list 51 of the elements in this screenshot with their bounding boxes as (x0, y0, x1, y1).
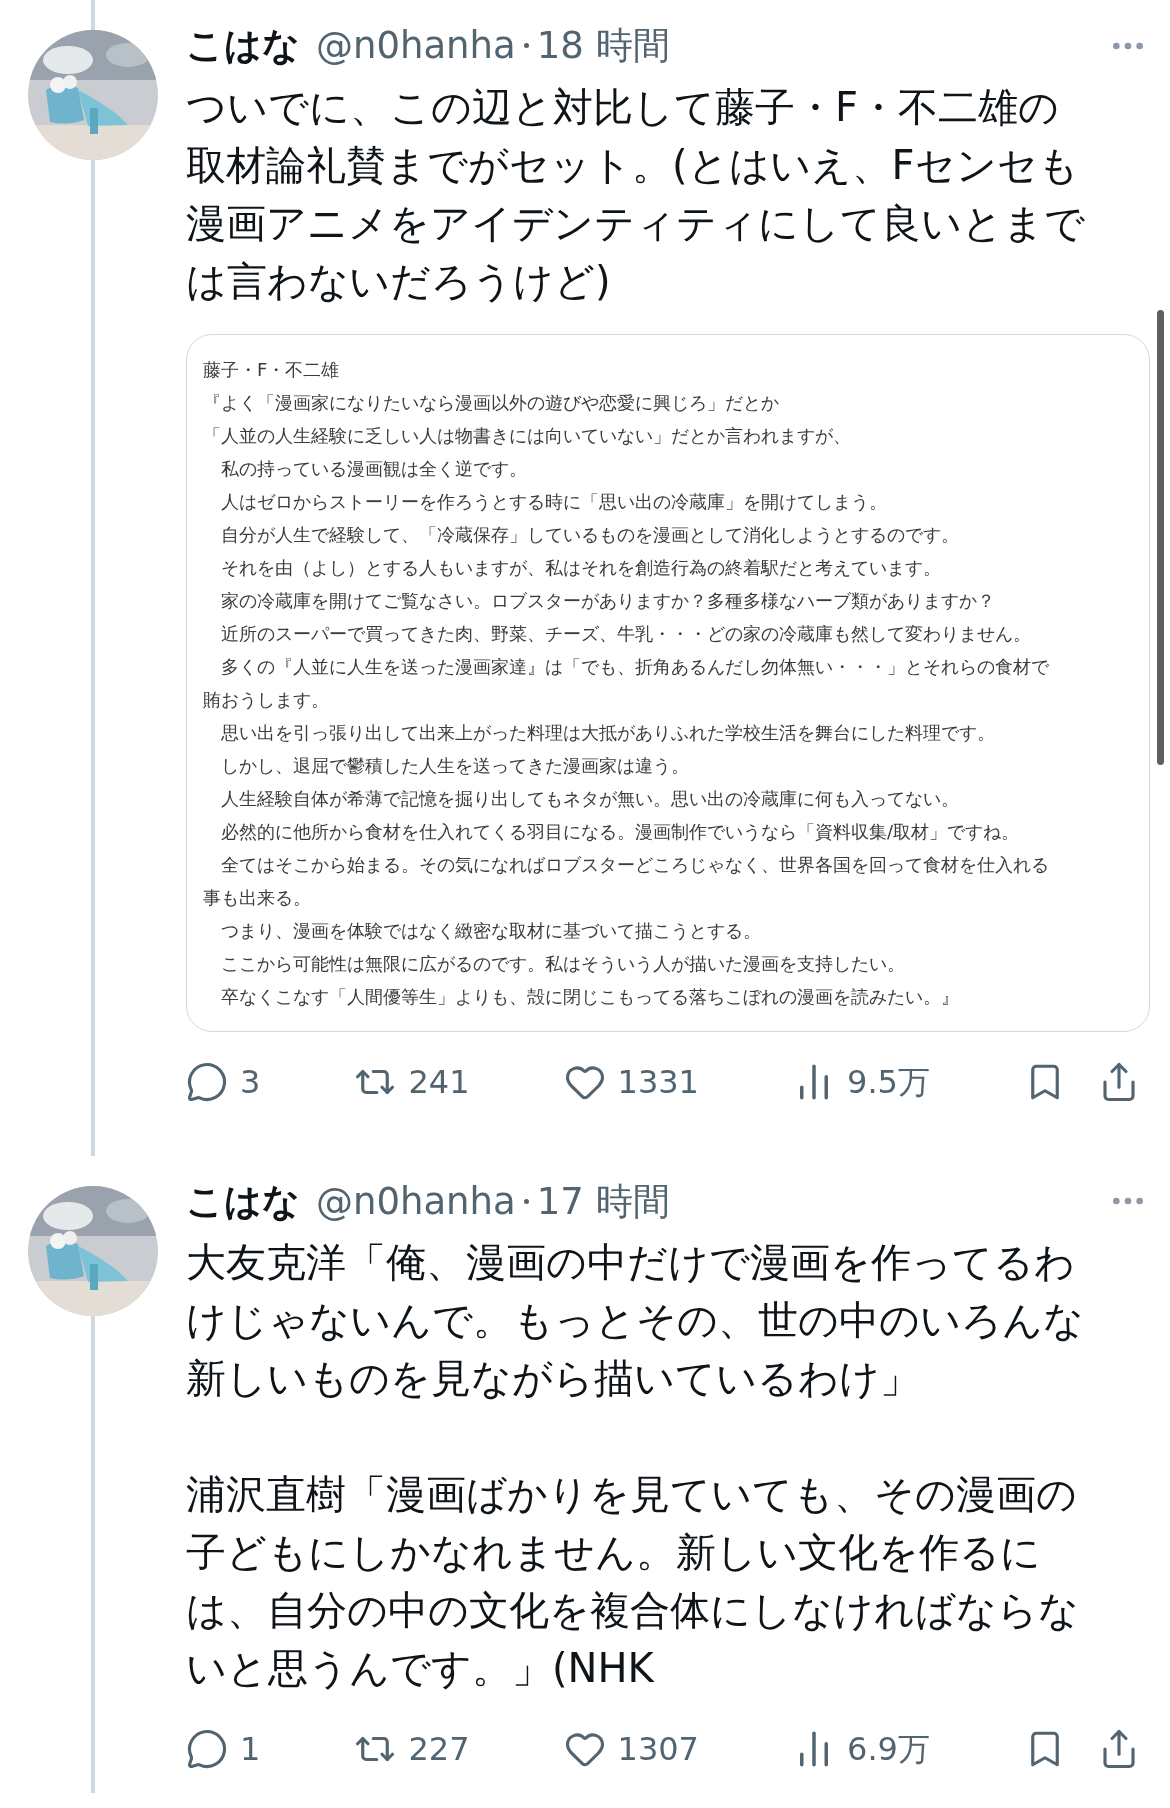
timestamp: 18 時間 (536, 23, 670, 69)
image-text-line: ここから可能性は無限に広がるのです。私はそういう人が描いた漫画を支持したい。 (220, 951, 906, 976)
image-text-line: 『よく「漫画家になりたいなら漫画以外の遊びや恋愛に興じろ」だとか (203, 390, 780, 415)
image-text-line: 人はゼロからストーリーを作ろうとする時に「思い出の冷蔵庫」を開けてしまう。 (220, 489, 888, 514)
image-text-line: つまり、漫画を体験ではなく緻密な取材に基づいて描こうとする。 (220, 918, 762, 943)
image-text-line: 賄おうします。 (203, 687, 330, 712)
reply-button[interactable]: 1 (186, 1725, 261, 1773)
tweet-text-line: 漫画アニメをアイデンティティにして良いとまで (186, 198, 1086, 248)
display-name: こはな (186, 23, 300, 69)
dot-separator (523, 43, 529, 49)
display-name: こはな (186, 1178, 300, 1225)
image-text-line: 卒なくこなす「人間優等生」よりも、殻に閉じこもってる落ちこぼれの漫画を読みたい。』 (220, 984, 960, 1009)
image-text-line: 必然的に他所から食材を仕入れてくる羽目になる。漫画制作でいうなら「資料収集/取材」ですね。 (220, 819, 1021, 844)
image-text-line: 全てはそこから始まる。その気になればロブスターどころじゃなく、世界各国を回って食材を仕入れる (220, 852, 1050, 877)
image-text-line: 近所のスーパーで買ってきた肉、野菜、チーズ、牛乳・・・どの家の冷蔵庫も然して変わりません。 (220, 621, 1032, 646)
reply-icon (186, 1728, 228, 1770)
image-text-line: 事も出来る。 (203, 885, 312, 910)
tweet-text-line: 浦沢直樹「漫画ばかりを見ていても、その漫画の (186, 1470, 1078, 1519)
image-text-line: 自分が人生で経験して、「冷蔵保存」しているものを漫画として消化しようとするのです。 (220, 522, 960, 547)
reply-button[interactable]: 3 (186, 1057, 261, 1106)
handle: @n0hanha (316, 1178, 516, 1225)
tweet-text-line: 大友克洋「俺、漫画の中だけで漫画を作ってるわ (186, 1238, 1076, 1287)
image-text-line: 思い出を引っ張り出して出来上がった料理は大抵がありふれた学校生活を舞台にした料理です。 (220, 720, 996, 745)
tweet-text-line: けじゃないんで。もっとその、世の中のいろんな (186, 1296, 1085, 1345)
image-text-line: それを由（よし）とする人もいますが、私はそれを創造行為の終着駅だと考えています。 (220, 555, 942, 580)
image-text-line: 家の冷蔵庫を開けてご覧なさい。ロブスターがありますか？多種多様なハーブ類がありますか？ (220, 588, 996, 613)
reply-icon (186, 1060, 228, 1103)
like-button[interactable]: 1331 (563, 1057, 699, 1106)
tweet-text-line: は言わないだろうけど) (186, 256, 612, 306)
dot-separator (523, 1198, 529, 1204)
tweet-text-line: いと思うんです。」(NHK (186, 1644, 656, 1693)
tweet-text-line: ついでに、この辺と対比して藤子・F・不二雄の (186, 82, 1060, 132)
repost-button[interactable]: 227 (354, 1725, 470, 1773)
image-text-line: 多くの『人並に人生を送った漫画家達』は「でも、折角あるんだし勿体無い・・・」とそれらの食材で (220, 654, 1050, 679)
timestamp: 17 時間 (536, 1178, 670, 1225)
scrollbar[interactable] (1157, 310, 1164, 765)
tweet-text-line: 取材論礼賛までがセット。(とはいえ、Fセンセも (186, 140, 1080, 190)
views-button[interactable]: 9.5万 (793, 1057, 930, 1106)
image-text-line: 「人並の人生経験に乏しい人は物書きには向いていない」だとか言われますが、 (203, 423, 852, 448)
tweet-text-line: 子どもにしかなれません。新しい文化を作るに (186, 1528, 1042, 1577)
tweet-text-line: は、自分の中の文化を複合体にしなければならな (186, 1586, 1080, 1635)
like-button[interactable]: 1307 (563, 1725, 699, 1773)
tweet-text-line: 新しいものを見ながら描いているわけ」 (186, 1354, 921, 1403)
repost-button[interactable]: 241 (354, 1057, 470, 1106)
image-text-line: 私の持っている漫画観は全く逆です。 (220, 456, 528, 481)
attached-image[interactable] (186, 333, 1150, 1032)
image-text-line: しかし、退屈で鬱積した人生を送ってきた漫画家は違う。 (220, 753, 690, 778)
image-text-line: 藤子・F・不二雄 (203, 357, 341, 382)
handle: @n0hanha (316, 23, 516, 69)
image-text-line: 人生経験自体が希薄で記憶を掘り出してもネタが無い。思い出の冷蔵庫に何も入ってない。 (220, 786, 960, 811)
views-button[interactable]: 6.9万 (793, 1725, 930, 1773)
